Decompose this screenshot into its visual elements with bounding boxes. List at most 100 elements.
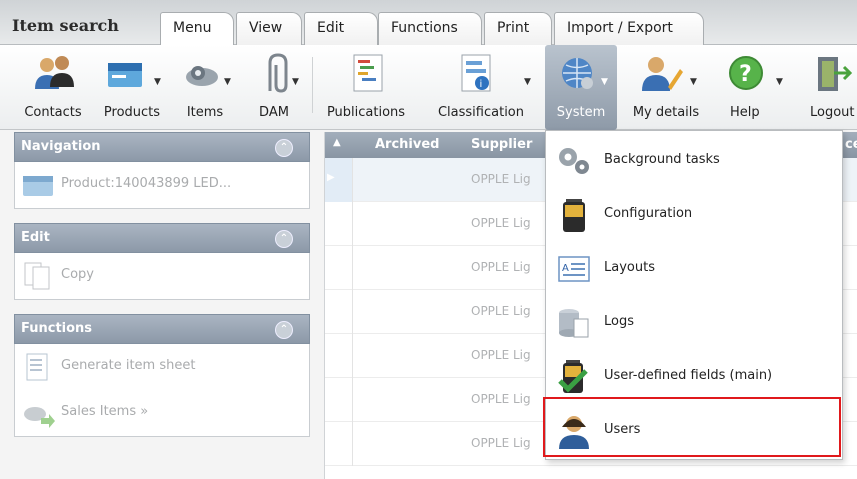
tab-import-export[interactable]: Import / Export	[554, 12, 704, 45]
supplier-cell: OPPLE Lig	[471, 172, 531, 186]
ribbon-divider	[312, 57, 313, 113]
nav-item-product[interactable]: Product:140043899 LED...	[15, 162, 309, 208]
items-label: Items	[186, 105, 224, 120]
user-edit-icon	[642, 57, 683, 91]
row-selector[interactable]	[325, 422, 353, 466]
my-details-button[interactable]: ▼ My details	[620, 45, 712, 130]
contacts-icon	[35, 56, 74, 89]
chevron-down-icon[interactable]: ▼	[292, 77, 299, 87]
chevron-down-icon[interactable]: ▼	[690, 77, 697, 87]
sales-items-item[interactable]: Sales Items »	[15, 390, 309, 436]
chevron-down-icon[interactable]: ▼	[601, 77, 608, 87]
globe-icon	[562, 58, 593, 89]
navigation-title: Navigation	[21, 139, 101, 154]
functions-panel: Generate item sheet Sales Items »	[14, 344, 310, 437]
tab-functions[interactable]: Functions	[378, 12, 482, 45]
contacts-label: Contacts	[24, 105, 82, 120]
sort-ascending-icon[interactable]: ▲	[333, 137, 341, 148]
copy-icon	[24, 262, 50, 290]
row-selector[interactable]	[325, 202, 353, 246]
product-icon	[23, 176, 53, 196]
row-selector[interactable]	[325, 290, 353, 334]
logout-button[interactable]: Logout	[800, 45, 857, 130]
logout-label: Logout	[810, 105, 855, 120]
menu-item-label: Configuration	[604, 206, 693, 221]
menu-item-configuration[interactable]: Configuration	[546, 187, 842, 241]
row-selector[interactable]: ▶	[325, 158, 353, 202]
supplier-cell: OPPLE Lig	[471, 436, 531, 450]
menu-item-label: Logs	[604, 314, 634, 329]
products-button[interactable]: ▼ Products	[92, 45, 172, 130]
tab-print[interactable]: Print	[484, 12, 552, 45]
chevron-down-icon[interactable]: ▼	[224, 77, 231, 87]
menu-item-label: User-defined fields (main)	[604, 368, 773, 383]
chevron-down-icon[interactable]: ▼	[776, 77, 783, 87]
menu-item-label: Layouts	[604, 260, 655, 275]
system-label: System	[556, 105, 606, 120]
column-truncated[interactable]: ce	[845, 137, 857, 152]
ribbon-toolbar: Contacts ▼ Products ▼ Items ▼ DAM Public…	[0, 45, 857, 130]
copy-item[interactable]: Copy	[15, 253, 309, 299]
classification-button[interactable]: i ▼ Classification	[418, 45, 544, 130]
svg-text:A: A	[562, 263, 569, 274]
help-icon: ?	[729, 56, 763, 90]
row-selector[interactable]	[325, 378, 353, 422]
edit-panel-header[interactable]: Edit ⌃	[14, 223, 310, 253]
functions-panel-header[interactable]: Functions ⌃	[14, 314, 310, 344]
item-sheet-icon	[26, 353, 48, 381]
collapse-icon[interactable]: ⌃	[275, 321, 293, 339]
classification-icon: i	[461, 54, 491, 92]
collapse-icon[interactable]: ⌃	[275, 139, 293, 157]
contacts-button[interactable]: Contacts	[14, 45, 92, 130]
chevron-down-icon[interactable]: ▼	[154, 77, 161, 87]
menu-item-background-tasks[interactable]: Background tasks	[546, 133, 842, 187]
menu-item-layouts[interactable]: A Layouts	[546, 241, 842, 295]
menu-item-user-defined-fields[interactable]: User-defined fields (main)	[546, 349, 842, 403]
svg-text:?: ?	[739, 62, 752, 87]
supplier-cell: OPPLE Lig	[471, 260, 531, 274]
products-icon	[108, 63, 142, 87]
tab-view[interactable]: View	[236, 12, 302, 45]
publications-button[interactable]: Publications	[316, 45, 416, 130]
sales-items-label: Sales Items »	[61, 404, 149, 419]
help-button[interactable]: ? ▼ Help	[714, 45, 800, 130]
menu-item-label: Background tasks	[604, 152, 720, 167]
supplier-cell: OPPLE Lig	[471, 392, 531, 406]
products-label: Products	[103, 105, 161, 120]
supplier-cell: OPPLE Lig	[471, 348, 531, 362]
supplier-cell: OPPLE Lig	[471, 304, 531, 318]
checked-battery-icon	[558, 360, 588, 393]
help-label: Help	[730, 105, 760, 120]
app-title: Item search	[12, 16, 119, 35]
collapse-icon[interactable]: ⌃	[275, 230, 293, 248]
items-button[interactable]: ▼ Items	[172, 45, 238, 130]
column-supplier[interactable]: Supplier	[471, 137, 532, 152]
generate-item-sheet-item[interactable]: Generate item sheet	[15, 344, 309, 390]
paperclip-icon	[268, 53, 288, 93]
layout-icon: A	[558, 256, 590, 282]
chevron-down-icon[interactable]: ▼	[524, 77, 531, 87]
navigation-panel-header[interactable]: Navigation ⌃	[14, 132, 310, 162]
sidebar: Navigation ⌃ Product:140043899 LED... Ed…	[14, 132, 310, 437]
tab-menu[interactable]: Menu	[160, 12, 234, 45]
copy-label: Copy	[61, 267, 94, 282]
top-bar: Item search Menu View Edit Functions Pri…	[0, 0, 857, 45]
row-selector[interactable]	[325, 246, 353, 290]
row-selector[interactable]	[325, 334, 353, 378]
publications-label: Publications	[326, 105, 406, 120]
functions-title: Functions	[21, 321, 93, 336]
tab-edit[interactable]: Edit	[304, 12, 378, 45]
navigation-panel: Product:140043899 LED...	[14, 162, 310, 209]
logs-icon	[559, 309, 589, 338]
dam-button[interactable]: ▼ DAM	[242, 45, 306, 130]
items-icon	[186, 66, 218, 86]
logout-icon	[818, 57, 853, 91]
column-archived[interactable]: Archived	[375, 137, 440, 152]
my-details-label: My details	[632, 105, 700, 120]
supplier-cell: OPPLE Lig	[471, 216, 531, 230]
edit-title: Edit	[21, 230, 50, 245]
svg-text:i: i	[480, 79, 483, 90]
dam-label: DAM	[259, 105, 289, 120]
system-button[interactable]: ▼ System	[545, 45, 617, 130]
menu-item-logs[interactable]: Logs	[546, 295, 842, 349]
